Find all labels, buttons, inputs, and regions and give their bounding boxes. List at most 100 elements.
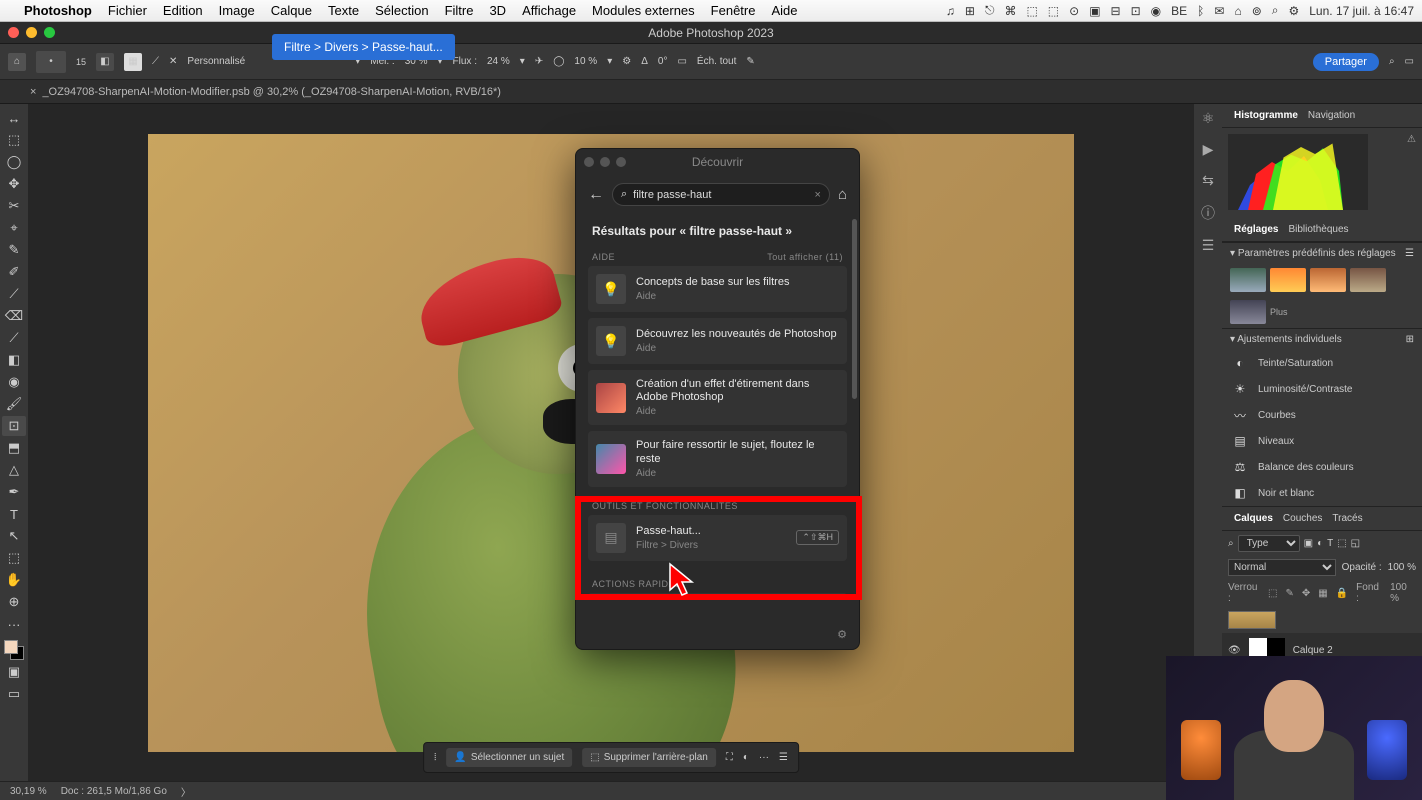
history-brush-icon[interactable]: ⟋ [2,328,26,348]
minimize-window-icon[interactable] [26,27,37,38]
maximize-window-icon[interactable] [44,27,55,38]
menu-modules[interactable]: Modules externes [592,3,695,18]
preset-thumb[interactable] [1310,268,1346,292]
more-tools-icon[interactable]: ··· [2,614,26,634]
adjustment-item[interactable]: ⚖Balance des couleurs [1222,454,1422,480]
share-button[interactable]: Partager [1313,53,1379,71]
menubar-icon[interactable]: ✉ [1214,4,1224,18]
presets-header[interactable]: ▾ Paramètres prédéfinis des réglages ☰ [1222,242,1422,264]
close-tab-icon[interactable]: × [30,86,36,98]
menubar-icon[interactable]: ⌘ [1004,4,1016,18]
type-tool-icon[interactable]: △ [2,460,26,480]
opacity-value[interactable]: 100 % [1388,562,1416,573]
filter-icon[interactable]: ▣ [1304,538,1313,549]
menubar-icon[interactable]: ⊡ [1131,4,1141,18]
home-icon[interactable]: ⌂ [8,53,26,71]
marquee-tool-icon[interactable]: ⬚ [2,130,26,150]
search-field[interactable]: ⌕ × [612,183,830,206]
help-result-item[interactable]: 💡Découvrez les nouveautés de PhotoshopAi… [588,318,847,364]
gradient-tool-icon[interactable]: ◉ [2,372,26,392]
opt-icon[interactable]: ✕ [169,56,177,67]
select-subject-button[interactable]: 👤Sélectionner un sujet [446,748,572,767]
lock-icon[interactable]: 🔒 [1336,588,1348,599]
lock-icon[interactable]: ⬚ [1268,588,1277,599]
preset-thumb[interactable] [1270,268,1306,292]
more-icon[interactable]: ··· [759,752,769,763]
fill-value[interactable]: 100 % [1390,582,1416,604]
hand-tool-icon[interactable]: ✋ [2,570,26,590]
text-tool-icon[interactable]: T [2,504,26,524]
warning-icon[interactable]: ⚠ [1407,134,1416,145]
menubar-icon[interactable]: ▣ [1089,4,1100,18]
visibility-icon[interactable]: 👁 [1228,645,1241,656]
filter-icon[interactable]: T [1327,538,1333,549]
filter-icon[interactable]: ⬚ [1337,538,1346,549]
home-icon[interactable]: ⌂ [838,186,847,203]
lock-icon[interactable]: ✥ [1302,588,1310,599]
layer-group-thumb[interactable] [1228,611,1276,629]
menu-filtre[interactable]: Filtre [445,3,474,18]
mode-icon[interactable]: ◧ [96,53,114,71]
doc-size[interactable]: Doc : 261,5 Mo/1,86 Go [61,786,167,797]
zoom-tool-icon[interactable]: ⊕ [2,592,26,612]
pressure-icon[interactable]: ✎ [746,56,754,67]
control-center-icon[interactable]: ⚙ [1288,4,1299,18]
tab-navigation[interactable]: Navigation [1304,108,1359,123]
quickmask-icon[interactable]: ▣ [2,662,26,682]
properties-icon[interactable]: ☰ [779,752,788,763]
opt-icon[interactable]: ⟋ [152,56,159,67]
lock-icon[interactable]: ✎ [1285,588,1293,599]
gear-icon[interactable]: ⚙ [837,628,847,641]
flux-value[interactable]: 24 % [487,56,510,67]
brush-tool-icon[interactable]: ⟋ [2,284,26,304]
tablet-icon[interactable]: ▭ [677,56,686,67]
fg-color-icon[interactable] [4,640,18,654]
move-tool-icon[interactable]: ↔ [2,108,26,128]
menu-image[interactable]: Image [219,3,255,18]
airbrush-icon[interactable]: ✈ [535,56,543,67]
screenmode-icon[interactable]: ▭ [2,684,26,704]
close-window-icon[interactable] [8,27,19,38]
lock-icon[interactable]: ▦ [1318,588,1327,599]
tab-calques[interactable]: Calques [1230,511,1277,526]
frame-tool-icon[interactable]: ⌖ [2,218,26,238]
menu-aide[interactable]: Aide [771,3,797,18]
menubar-icon[interactable]: ⊞ [965,4,975,18]
panel-traffic-lights[interactable] [584,157,626,167]
eyedropper-tool-icon[interactable]: ✎ [2,240,26,260]
adjustment-item[interactable]: ☀Luminosité/Contraste [1222,376,1422,402]
menubar-icon[interactable]: ⬚ [1026,4,1037,18]
adjustment-item[interactable]: ▤Niveaux [1222,428,1422,454]
preset-thumb[interactable] [1230,300,1266,324]
panel-icon[interactable]: ⚛ [1202,110,1215,127]
back-icon[interactable]: ← [588,186,604,204]
document-tab[interactable]: _OZ94708-SharpenAI-Motion-Modifier.psb @… [42,86,501,98]
adjustment-item[interactable]: ◧Noir et blanc [1222,480,1422,506]
selection-tool-icon[interactable]: ✥ [2,174,26,194]
tab-bibliotheques[interactable]: Bibliothèques [1284,222,1352,237]
opt-custom[interactable]: Personnalisé [187,56,245,67]
color-swatches[interactable] [4,640,24,660]
menubar-icon[interactable]: BE [1171,4,1187,18]
remove-bg-button[interactable]: ⬚Supprimer l'arrière-plan [582,748,716,767]
tab-traces[interactable]: Tracés [1328,511,1366,526]
menubar-icon[interactable]: ⌂ [1234,4,1241,18]
adjust-icon[interactable]: ◐ [743,752,749,763]
search-icon[interactable]: ⌕ [1272,3,1279,18]
menubar-icon[interactable]: ♫ [946,4,955,18]
menu-fichier[interactable]: Fichier [108,3,147,18]
wifi-icon[interactable]: ⊚ [1252,4,1262,18]
tab-couches[interactable]: Couches [1279,511,1326,526]
ech-tout[interactable]: Éch. tout [697,56,736,67]
filter-icon[interactable]: ◱ [1351,538,1360,549]
preset-thumb[interactable] [1350,268,1386,292]
workspace-icon[interactable]: ▭ [1405,56,1414,67]
pen-tool-icon[interactable]: ⬒ [2,438,26,458]
menubar-icon[interactable]: ⬚ [1048,4,1059,18]
grid-view-icon[interactable]: ⊞ [1406,334,1414,345]
path-tool-icon[interactable]: ✒ [2,482,26,502]
dodge-tool-icon[interactable]: ⊡ [2,416,26,436]
gear-icon[interactable]: ⚙ [622,56,631,67]
menu-calque[interactable]: Calque [271,3,312,18]
menu-affichage[interactable]: Affichage [522,3,576,18]
